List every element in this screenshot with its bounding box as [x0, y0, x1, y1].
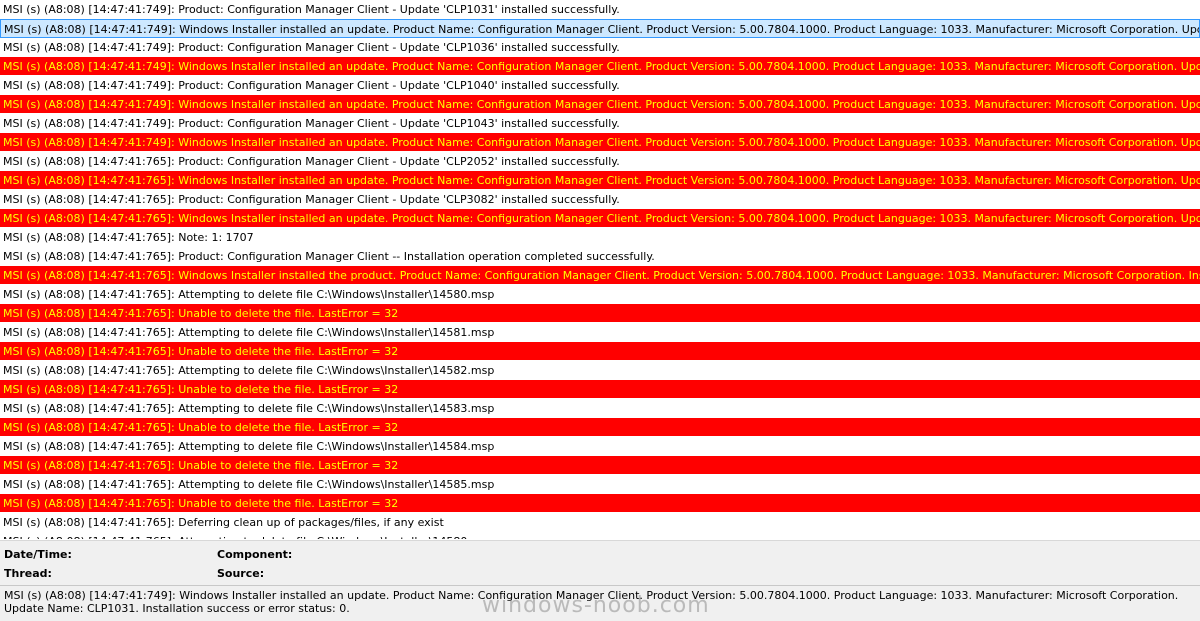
log-row[interactable]: MSI (s) (A8:08) [14:47:41:765]: Attempti…: [0, 361, 1200, 380]
log-row[interactable]: MSI (s) (A8:08) [14:47:41:765]: Unable t…: [0, 418, 1200, 437]
log-row[interactable]: MSI (s) (A8:08) [14:47:41:765]: Unable t…: [0, 342, 1200, 361]
log-row[interactable]: MSI (s) (A8:08) [14:47:41:765]: Attempti…: [0, 437, 1200, 456]
log-row[interactable]: MSI (s) (A8:08) [14:47:41:765]: Attempti…: [0, 475, 1200, 494]
log-row[interactable]: MSI (s) (A8:08) [14:47:41:765]: Windows …: [0, 171, 1200, 190]
log-row[interactable]: MSI (s) (A8:08) [14:47:41:749]: Windows …: [0, 133, 1200, 152]
log-row[interactable]: MSI (s) (A8:08) [14:47:41:765]: Attempti…: [0, 399, 1200, 418]
log-row-selected[interactable]: MSI (s) (A8:08) [14:47:41:749]: Windows …: [0, 19, 1200, 38]
log-row[interactable]: MSI (s) (A8:08) [14:47:41:765]: Product:…: [0, 190, 1200, 209]
log-row[interactable]: MSI (s) (A8:08) [14:47:41:765]: Windows …: [0, 266, 1200, 285]
thread-label: Thread:: [4, 567, 52, 580]
log-row[interactable]: MSI (s) (A8:08) [14:47:41:749]: Product:…: [0, 114, 1200, 133]
log-row[interactable]: MSI (s) (A8:08) [14:47:41:765]: Product:…: [0, 247, 1200, 266]
component-label: Component:: [217, 548, 293, 561]
log-row[interactable]: MSI (s) (A8:08) [14:47:41:765]: Windows …: [0, 209, 1200, 228]
log-row[interactable]: MSI (s) (A8:08) [14:47:41:749]: Windows …: [0, 95, 1200, 114]
message-text[interactable]: MSI (s) (A8:08) [14:47:41:749]: Windows …: [0, 585, 1200, 621]
log-row[interactable]: MSI (s) (A8:08) [14:47:41:749]: Product:…: [0, 76, 1200, 95]
date-time-label: Date/Time:: [4, 548, 72, 561]
log-row[interactable]: MSI (s) (A8:08) [14:47:41:765]: Unable t…: [0, 456, 1200, 475]
log-list[interactable]: MSI (s) (A8:08) [14:47:41:749]: Product:…: [0, 0, 1200, 540]
source-label: Source:: [217, 567, 265, 580]
log-row[interactable]: MSI (s) (A8:08) [14:47:41:765]: Unable t…: [0, 304, 1200, 323]
log-row[interactable]: MSI (s) (A8:08) [14:47:41:765]: Note: 1:…: [0, 228, 1200, 247]
log-row[interactable]: MSI (s) (A8:08) [14:47:41:765]: Attempti…: [0, 532, 1200, 540]
log-row[interactable]: MSI (s) (A8:08) [14:47:41:765]: Deferrin…: [0, 513, 1200, 532]
log-row[interactable]: MSI (s) (A8:08) [14:47:41:765]: Unable t…: [0, 380, 1200, 399]
log-row[interactable]: MSI (s) (A8:08) [14:47:41:749]: Windows …: [0, 57, 1200, 76]
log-row[interactable]: MSI (s) (A8:08) [14:47:41:749]: Product:…: [0, 38, 1200, 57]
details-panel: Date/Time: Component: Thread: Source:: [0, 540, 1200, 585]
log-row[interactable]: MSI (s) (A8:08) [14:47:41:765]: Product:…: [0, 152, 1200, 171]
log-row[interactable]: MSI (s) (A8:08) [14:47:41:765]: Attempti…: [0, 285, 1200, 304]
log-row[interactable]: MSI (s) (A8:08) [14:47:41:765]: Unable t…: [0, 494, 1200, 513]
log-row[interactable]: MSI (s) (A8:08) [14:47:41:749]: Product:…: [0, 0, 1200, 19]
log-row[interactable]: MSI (s) (A8:08) [14:47:41:765]: Attempti…: [0, 323, 1200, 342]
